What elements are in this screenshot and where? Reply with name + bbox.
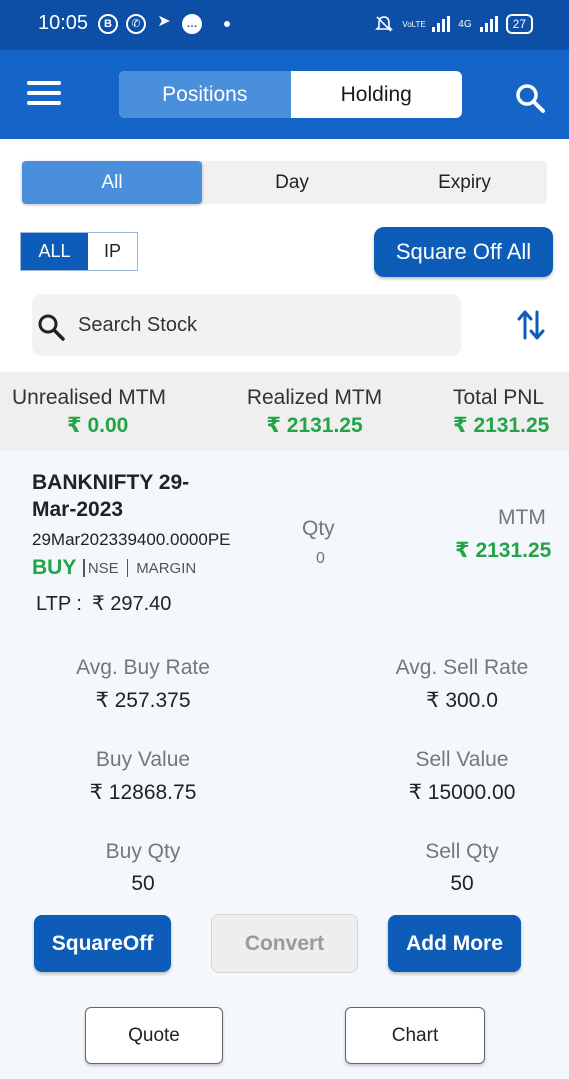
buy-qty: Buy Qty 50 bbox=[43, 840, 243, 896]
unrealised-mtm: Unrealised MTM ₹ 0.00 bbox=[12, 386, 166, 438]
status-time: 10:05 bbox=[38, 12, 89, 34]
avg-sell-rate: Avg. Sell Rate ₹ 300.0 bbox=[362, 656, 562, 713]
ltp-value: ₹ 297.40 bbox=[91, 593, 172, 615]
sell-value-label: Sell Value bbox=[415, 748, 509, 771]
mute-bell-icon bbox=[375, 16, 394, 32]
filter-day[interactable]: Day bbox=[202, 161, 382, 204]
search-stock-icon bbox=[38, 314, 65, 341]
sell-qty: Sell Qty 50 bbox=[362, 840, 562, 896]
quote-button[interactable]: Quote bbox=[85, 1007, 223, 1064]
buy-qty-label: Buy Qty bbox=[105, 840, 181, 863]
sort-icon[interactable] bbox=[516, 308, 546, 342]
qty-value: 0 bbox=[316, 550, 325, 567]
b-icon: B bbox=[98, 14, 118, 34]
battery-icon: 27 bbox=[505, 14, 533, 34]
unrealised-mtm-value: ₹ 0.00 bbox=[67, 414, 129, 437]
tab-holding[interactable]: Holding bbox=[291, 71, 463, 118]
ltp-label: LTP : bbox=[36, 593, 82, 615]
instrument-name: BANKNIFTY 29-Mar-2023 bbox=[32, 471, 190, 521]
messages-icon: … bbox=[182, 14, 202, 34]
exchange-label: NSE bbox=[87, 559, 119, 577]
all-ip-toggle: ALL IP bbox=[20, 232, 138, 271]
system-icons: VoLTE 4G 27 bbox=[374, 14, 533, 34]
sell-value-value: ₹ 15000.00 bbox=[408, 781, 516, 804]
chart-button[interactable]: Chart bbox=[345, 1007, 485, 1064]
tab-positions[interactable]: Positions bbox=[119, 71, 291, 118]
toggle-ip[interactable]: IP bbox=[88, 233, 137, 270]
hamburger-menu-icon[interactable] bbox=[27, 81, 61, 105]
unrealised-mtm-label: Unrealised MTM bbox=[12, 386, 167, 409]
product-label: MARGIN bbox=[136, 559, 197, 577]
sell-qty-label: Sell Qty bbox=[425, 840, 499, 863]
total-pnl-label: Total PNL bbox=[453, 386, 545, 409]
sell-qty-value: 50 bbox=[450, 872, 474, 895]
avg-sell-rate-value: ₹ 300.0 bbox=[426, 689, 498, 712]
filter-all[interactable]: All bbox=[22, 161, 202, 204]
avg-buy-rate: Avg. Buy Rate ₹ 257.375 bbox=[43, 656, 243, 713]
qty-label: Qty bbox=[302, 517, 335, 540]
total-pnl-value: ₹ 2131.25 bbox=[453, 414, 550, 437]
search-icon[interactable] bbox=[514, 82, 546, 114]
notification-icons: B ✆ ➤ … bbox=[98, 14, 230, 34]
buy-value: Buy Value ₹ 12868.75 bbox=[43, 748, 243, 805]
filter-expiry[interactable]: Expiry bbox=[382, 161, 547, 204]
realized-mtm: Realized MTM ₹ 2131.25 bbox=[244, 386, 385, 438]
signal-2-icon bbox=[479, 16, 498, 32]
signal-1-icon bbox=[432, 16, 451, 32]
total-pnl: Total PNL ₹ 2131.25 bbox=[453, 386, 549, 438]
more-notifications-dot-icon bbox=[224, 21, 230, 27]
square-off-all-button[interactable]: Square Off All bbox=[374, 227, 553, 277]
divider bbox=[126, 559, 129, 577]
buy-qty-value: 50 bbox=[131, 872, 155, 895]
avg-sell-rate-label: Avg. Sell Rate bbox=[395, 656, 529, 679]
period-filter-tabs: All Day Expiry bbox=[22, 161, 547, 204]
square-off-button[interactable]: SquareOff bbox=[34, 915, 171, 972]
realized-mtm-value: ₹ 2131.25 bbox=[266, 414, 363, 437]
search-box[interactable] bbox=[32, 294, 461, 356]
telegram-icon: ➤ bbox=[157, 13, 171, 30]
network-type: 4G bbox=[458, 18, 472, 30]
search-input[interactable] bbox=[78, 310, 438, 340]
avg-buy-rate-label: Avg. Buy Rate bbox=[76, 656, 210, 679]
app-header: Positions Holding bbox=[0, 50, 569, 139]
ltp: LTP : ₹ 297.40 bbox=[36, 591, 171, 616]
sell-value: Sell Value ₹ 15000.00 bbox=[362, 748, 562, 805]
positions-holding-toggle: Positions Holding bbox=[119, 71, 462, 118]
status-bar: 10:05 B ✆ ➤ … VoLTE 4G 27 bbox=[0, 0, 569, 50]
buy-value-label: Buy Value bbox=[95, 748, 191, 771]
instrument-symbol: 29Mar202339400.0000PE bbox=[32, 530, 231, 549]
toggle-all[interactable]: ALL bbox=[21, 233, 88, 270]
mtm-label: MTM bbox=[498, 506, 546, 529]
position-card[interactable]: BANKNIFTY 29-Mar-2023 29Mar202339400.000… bbox=[0, 451, 569, 1079]
mtm-value: ₹ 2131.25 bbox=[455, 539, 552, 562]
side-badge: BUY bbox=[32, 556, 77, 579]
buy-value-value: ₹ 12868.75 bbox=[89, 781, 197, 804]
divider bbox=[83, 559, 85, 577]
realized-mtm-label: Realized MTM bbox=[246, 386, 383, 409]
whatsapp-icon: ✆ bbox=[126, 14, 146, 34]
convert-button: Convert bbox=[211, 914, 358, 973]
volte-label: VoLTE bbox=[402, 19, 426, 29]
add-more-button[interactable]: Add More bbox=[388, 915, 521, 972]
avg-buy-rate-value: ₹ 257.375 bbox=[95, 689, 191, 712]
pnl-summary: Unrealised MTM ₹ 0.00 Realized MTM ₹ 213… bbox=[0, 372, 569, 451]
order-meta: BUY NSE MARGIN bbox=[32, 556, 196, 580]
